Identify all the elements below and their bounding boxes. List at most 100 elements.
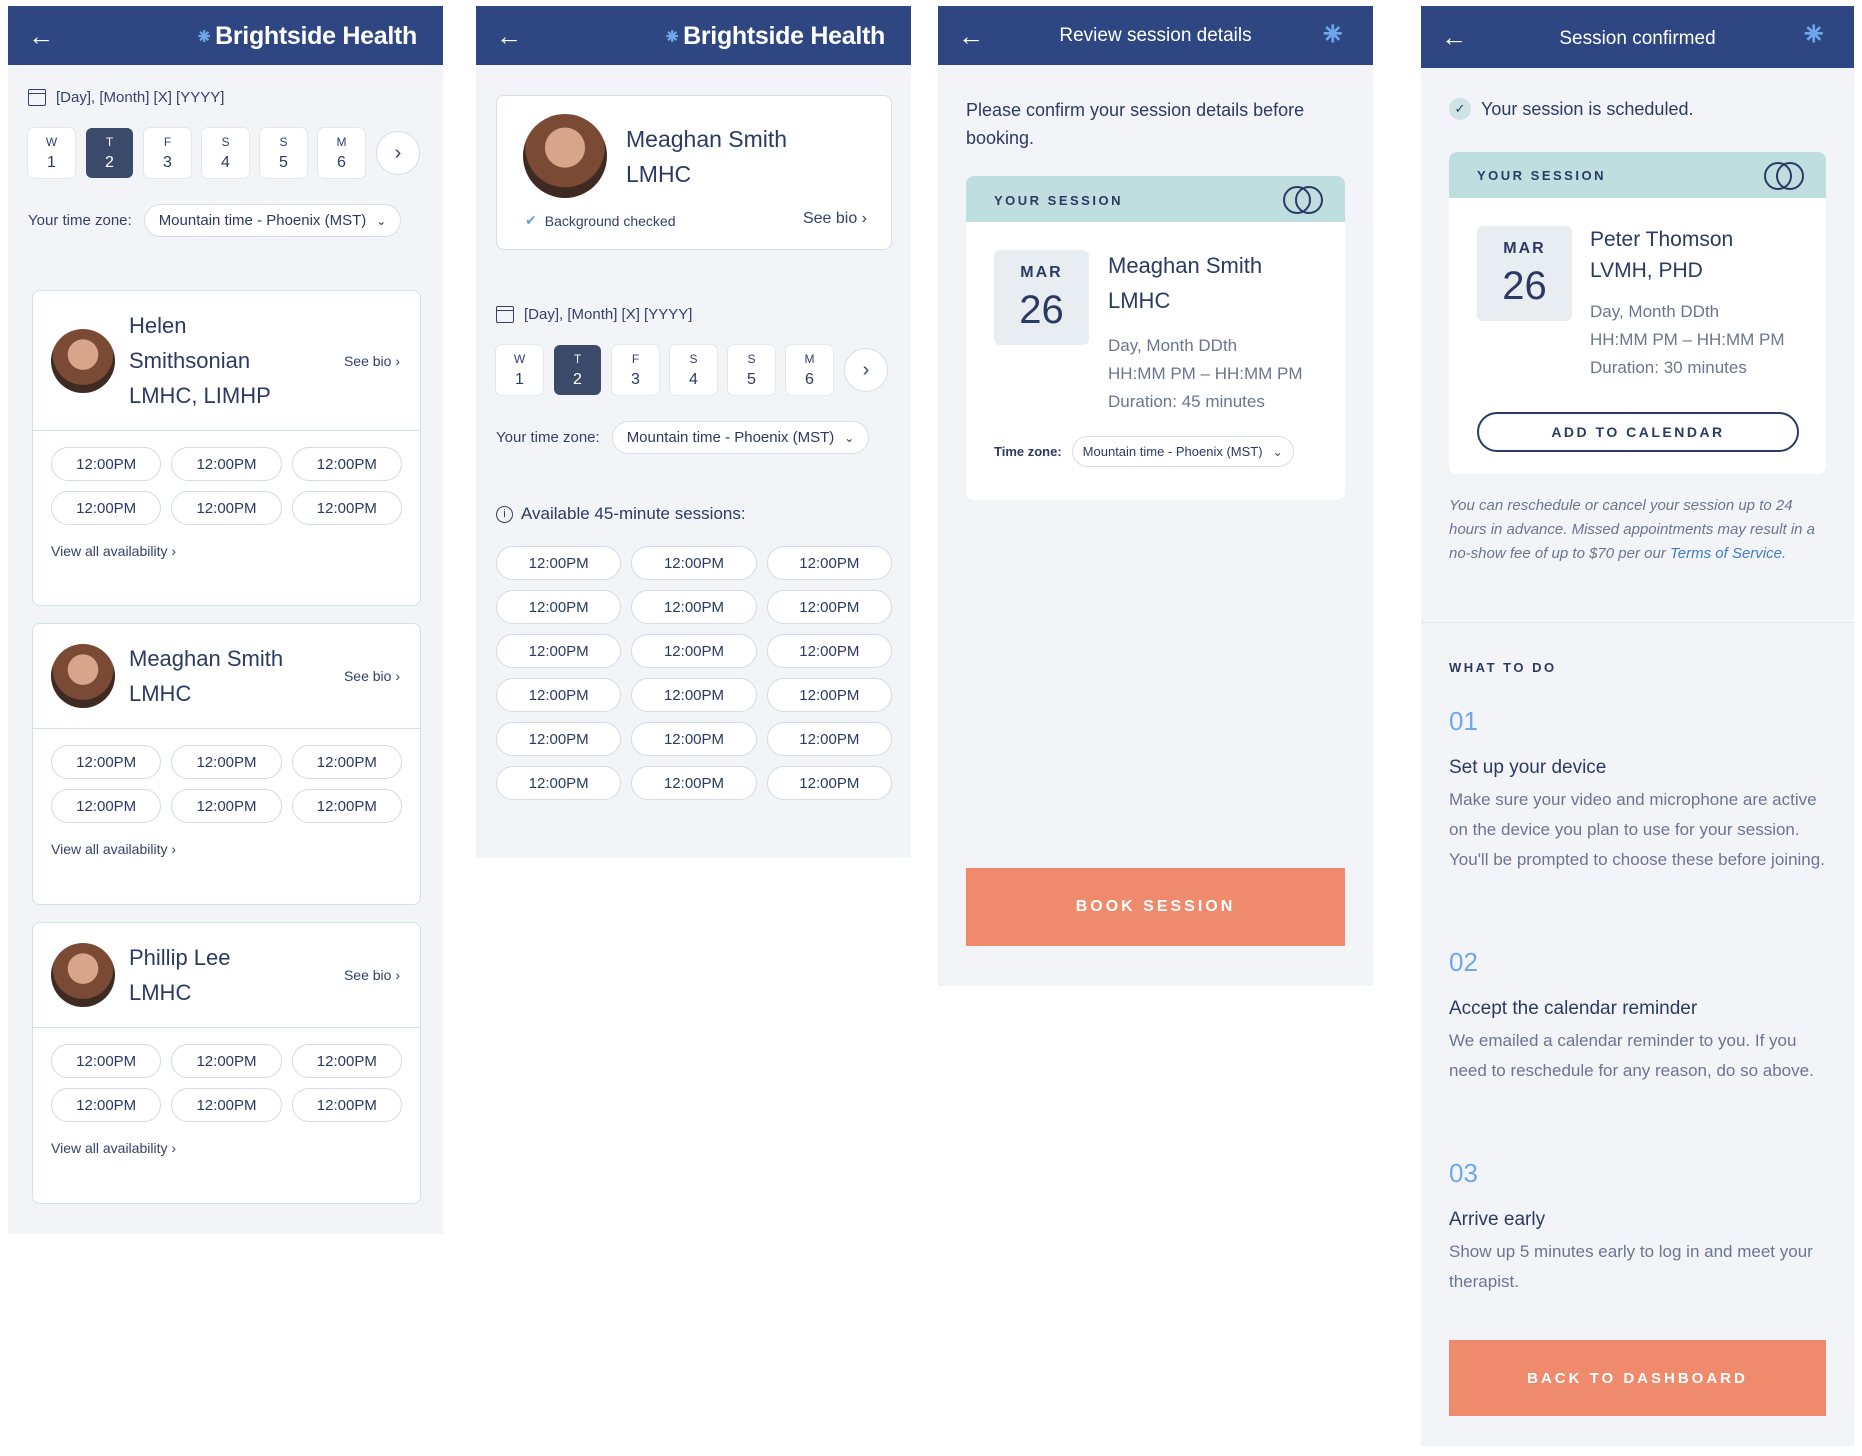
avatar: [523, 114, 607, 198]
time-slot-button[interactable]: 12:00PM: [171, 491, 282, 525]
time-slot-button[interactable]: 12:00PM: [496, 766, 622, 800]
day-option-selected[interactable]: T2: [86, 128, 133, 178]
time-slot-button[interactable]: 12:00PM: [631, 590, 757, 624]
therapist-availability-screen: ← ⁕ Brightside Health Meaghan Smith LMHC …: [476, 6, 911, 858]
therapist-name: Meaghan Smith LMHC: [626, 126, 788, 187]
time-slot-button[interactable]: 12:00PM: [51, 1088, 162, 1122]
time-slot-button[interactable]: 12:00PM: [51, 789, 162, 823]
time-slot-button[interactable]: 12:00PM: [766, 766, 892, 800]
time-slot-button[interactable]: 12:00PM: [171, 1088, 282, 1122]
date-display: [Day], [Month] [X] [YYYY]: [496, 306, 896, 323]
terms-link[interactable]: Terms of Service.: [1670, 545, 1786, 562]
time-slot-button[interactable]: 12:00PM: [291, 1044, 402, 1078]
timezone-select[interactable]: Mountain time - Phoenix (MST) ⌄: [143, 204, 402, 237]
time-slot-button[interactable]: 12:00PM: [291, 789, 402, 823]
time-slot-button[interactable]: 12:00PM: [631, 766, 757, 800]
therapist-header[interactable]: Helen Smithsonian LMHC, LIMHP See bio ›: [33, 291, 420, 431]
rings-icon: [1283, 186, 1323, 214]
time-slot-button[interactable]: 12:00PM: [766, 546, 892, 580]
therapist-name: Helen Smithsonian LMHC, LIMHP: [129, 313, 271, 408]
spark-icon: ⁕: [1318, 16, 1348, 54]
time-slot-button[interactable]: 12:00PM: [766, 590, 892, 624]
timezone-select[interactable]: Mountain time - Phoenix (MST) ⌄: [611, 421, 870, 454]
day-option[interactable]: M6: [318, 128, 365, 178]
time-slot-button[interactable]: 12:00PM: [496, 590, 622, 624]
therapist-header[interactable]: Meaghan Smith LMHC See bio ›: [33, 624, 420, 729]
time-slot-button[interactable]: 12:00PM: [51, 1044, 162, 1078]
session-band: YOUR SESSION: [966, 176, 1345, 222]
back-arrow-icon[interactable]: ←: [496, 23, 526, 49]
therapist-name: Meaghan Smith LMHC: [1108, 253, 1263, 313]
chevron-right-icon: ›: [862, 358, 870, 381]
day-option[interactable]: W1: [496, 345, 543, 395]
time-slot-button[interactable]: 12:00PM: [766, 678, 892, 712]
day-option[interactable]: S4: [202, 128, 249, 178]
app-header: ← ⁕ Brightside Health: [8, 6, 443, 65]
day-option[interactable]: M6: [786, 345, 833, 395]
day-option[interactable]: W1: [28, 128, 75, 178]
chevron-right-icon: ›: [395, 668, 400, 684]
chevron-right-icon: ›: [394, 141, 402, 164]
timezone-row: Time zone: Mountain time - Phoenix (MST)…: [994, 436, 1294, 467]
time-slot-button[interactable]: 12:00PM: [171, 1044, 282, 1078]
day-option[interactable]: S4: [670, 345, 717, 395]
day-option-selected[interactable]: T2: [554, 345, 601, 395]
time-slot-button[interactable]: 12:00PM: [766, 634, 892, 668]
time-slot-button[interactable]: 12:00PM: [631, 722, 757, 756]
timezone-select[interactable]: Mountain time - Phoenix (MST) ⌄: [1071, 436, 1294, 467]
time-slot-button[interactable]: 12:00PM: [631, 678, 757, 712]
add-to-calendar-button[interactable]: ADD TO CALENDAR: [1477, 412, 1799, 452]
check-icon: ✓: [1449, 98, 1471, 120]
therapist-name: Peter Thomson LVMH, PHD: [1590, 228, 1734, 282]
day-option[interactable]: F3: [144, 128, 191, 178]
app-header: ← Session confirmed ⁕: [1421, 6, 1854, 68]
time-slot-button[interactable]: 12:00PM: [291, 1088, 402, 1122]
therapist-list-screen: ← ⁕ Brightside Health [Day], [Month] [X] …: [8, 6, 443, 1234]
background-checked: ✔ Background checked: [525, 212, 676, 229]
time-slot-button[interactable]: 12:00PM: [51, 491, 162, 525]
day-option[interactable]: F3: [612, 345, 659, 395]
day-option[interactable]: S5: [260, 128, 307, 178]
time-slot-button[interactable]: 12:00PM: [171, 745, 282, 779]
view-all-availability-link[interactable]: View all availability ›: [33, 823, 420, 875]
time-slot-button[interactable]: 12:00PM: [171, 447, 282, 481]
time-slot-button[interactable]: 12:00PM: [496, 634, 622, 668]
see-bio-link[interactable]: See bio ›: [344, 353, 400, 369]
see-bio-link[interactable]: See bio ›: [344, 668, 400, 684]
back-arrow-icon[interactable]: ←: [28, 23, 58, 49]
timezone-row: Your time zone: Mountain time - Phoenix …: [496, 421, 896, 454]
date-section: [Day], [Month] [X] [YYYY] W1 T2 F3 S4 S5…: [8, 65, 443, 237]
time-slot-button[interactable]: 12:00PM: [171, 789, 282, 823]
book-session-button[interactable]: BOOK SESSION: [966, 868, 1345, 946]
time-slot-button[interactable]: 12:00PM: [291, 491, 402, 525]
time-slot-button[interactable]: 12:00PM: [496, 546, 622, 580]
day-option[interactable]: S5: [728, 345, 775, 395]
date-display: [Day], [Month] [X] [YYYY]: [28, 89, 423, 106]
time-slot-button[interactable]: 12:00PM: [631, 634, 757, 668]
session-card: YOUR SESSION MAR 26 Peter Thomson LVMH, …: [1449, 152, 1826, 474]
step-2: 02 Accept the calendar reminder We email…: [1449, 947, 1814, 1080]
time-slot-button[interactable]: 12:00PM: [51, 447, 162, 481]
view-all-availability-link[interactable]: View all availability ›: [33, 1122, 420, 1174]
time-slot-button[interactable]: 12:00PM: [496, 678, 622, 712]
therapist-card: Meaghan Smith LMHC See bio › 12:00PM 12:…: [32, 623, 421, 905]
time-slot-button[interactable]: 12:00PM: [51, 745, 162, 779]
next-days-button[interactable]: ›: [844, 348, 888, 392]
next-days-button[interactable]: ›: [376, 131, 420, 175]
avatar: [51, 328, 115, 393]
scheduled-message: ✓ Your session is scheduled.: [1449, 98, 1693, 120]
time-slot-button[interactable]: 12:00PM: [291, 745, 402, 779]
time-slot-button[interactable]: 12:00PM: [291, 447, 402, 481]
see-bio-link[interactable]: See bio ›: [344, 967, 400, 983]
chevron-right-icon: ›: [171, 543, 177, 559]
time-slot-button[interactable]: 12:00PM: [766, 722, 892, 756]
view-all-availability-link[interactable]: View all availability ›: [33, 525, 420, 577]
therapist-header[interactable]: Phillip Lee LMHC See bio ›: [33, 923, 420, 1028]
policy-text: You can reschedule or cancel your sessio…: [1449, 497, 1816, 562]
time-slot-button[interactable]: 12:00PM: [631, 546, 757, 580]
back-to-dashboard-button[interactable]: BACK TO DASHBOARD: [1449, 1340, 1826, 1416]
what-to-do-heading: WHAT TO DO: [1449, 660, 1557, 675]
see-bio-link[interactable]: See bio ›: [803, 210, 867, 228]
check-circle-icon: ✔: [525, 212, 537, 228]
time-slot-button[interactable]: 12:00PM: [496, 722, 622, 756]
